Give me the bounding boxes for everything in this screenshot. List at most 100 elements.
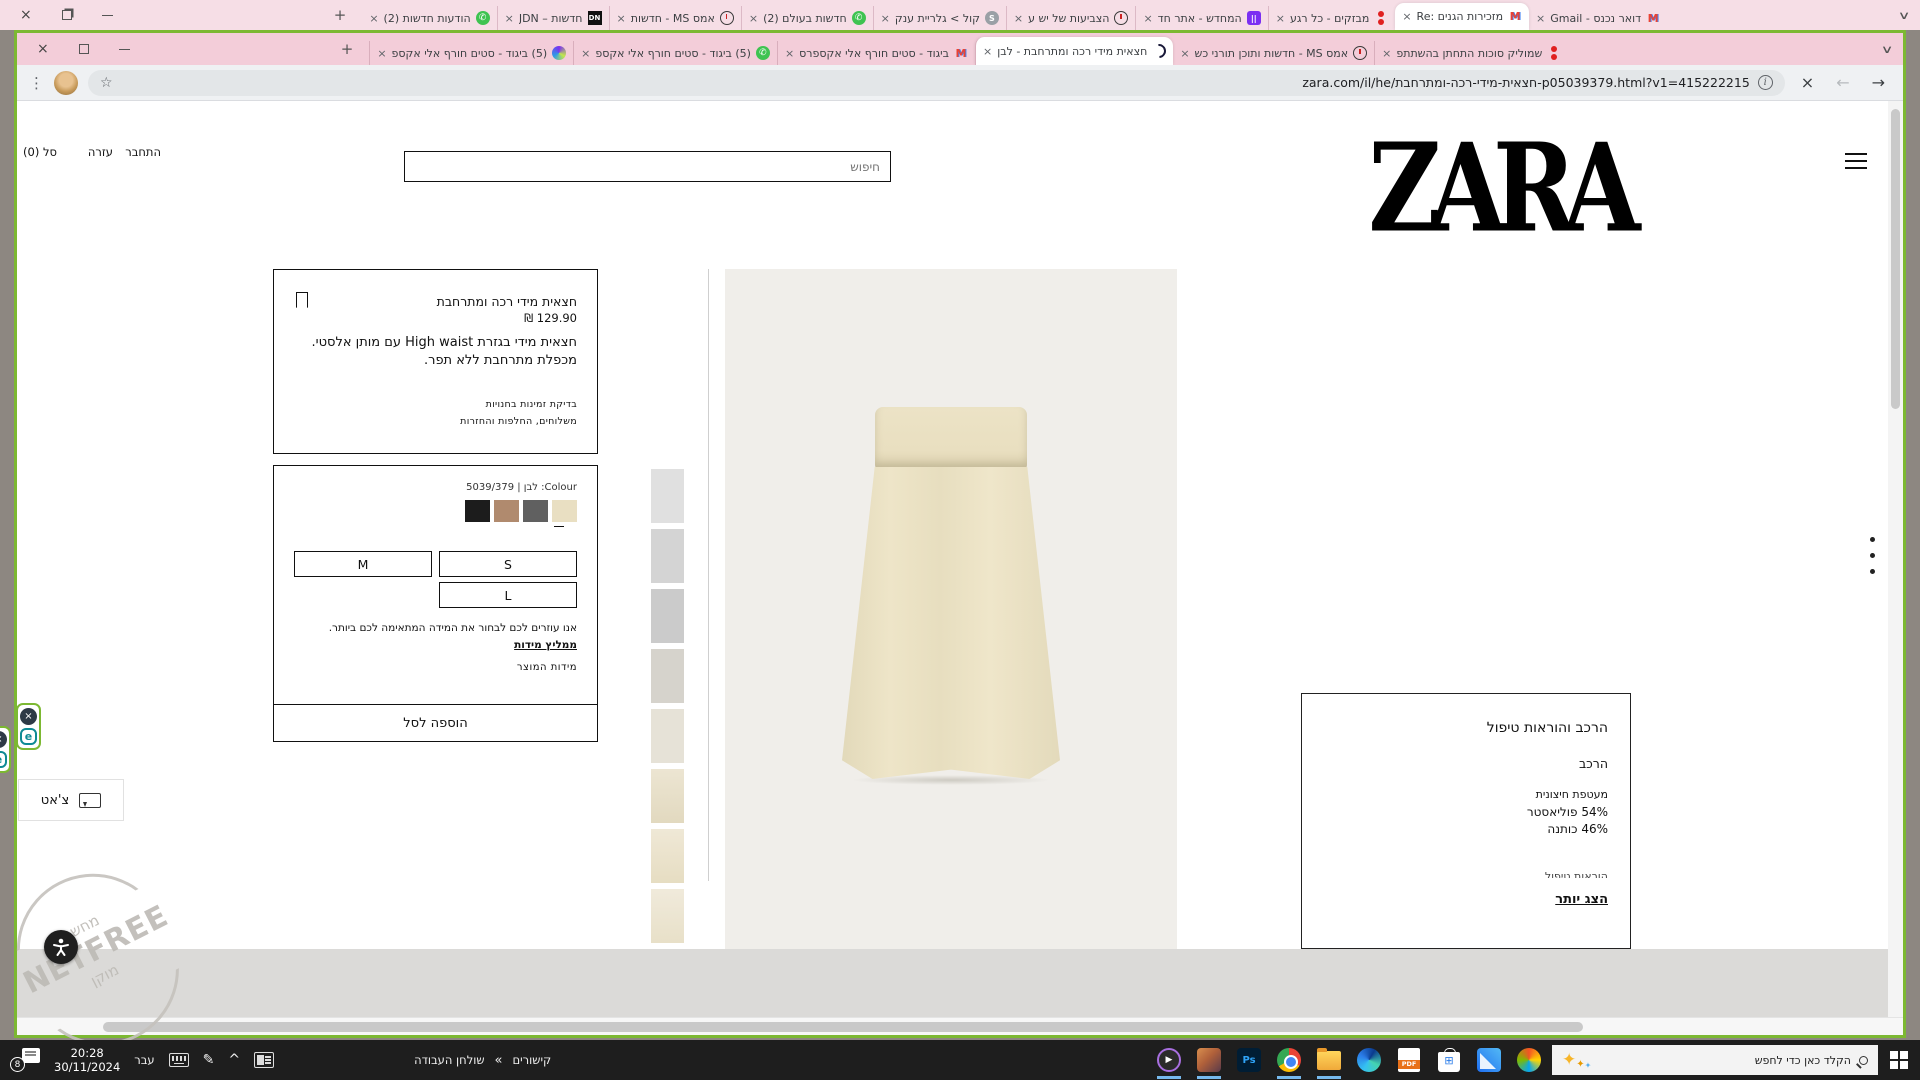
thumbnail[interactable] [651,889,684,943]
size-recommender-link[interactable]: ממליץ מידות [514,639,577,651]
maximize-icon[interactable] [79,44,89,54]
search-highlights-icon[interactable]: ✦✦✦ [1562,1050,1591,1070]
start-button[interactable] [1878,1040,1920,1080]
browser-tab[interactable]: ×אמס MS - חדשות ותוכן תורני כש [1173,41,1374,65]
horizontal-scrollbar[interactable] [17,1017,1903,1035]
copilot-app[interactable] [1516,1047,1542,1073]
eset-overlay-badge-clipped[interactable]: × e [0,726,11,773]
new-tab-button[interactable]: + [335,40,360,58]
tab-close-icon[interactable]: × [1180,47,1189,60]
profile-avatar[interactable] [54,71,78,95]
swatch-gray[interactable] [523,500,548,522]
vertical-scrollbar[interactable] [1888,101,1903,1017]
tab-close-icon[interactable]: × [1402,10,1411,23]
browser-tab[interactable]: ×(5) ביגוד - סטים חורף אלי אקספ [369,41,573,65]
menu-kebab-icon[interactable]: ⋮ [29,74,44,92]
browser-tab-active[interactable]: ×Re: מזכירות הגנים [1395,3,1529,30]
accessibility-widget[interactable] [44,930,78,964]
product-measures-link[interactable]: מידות המוצר [517,662,577,673]
tab-close-icon[interactable]: × [1014,12,1023,25]
size-button-l[interactable]: L [439,582,577,608]
swatch-white-selected[interactable] [552,500,577,522]
url-text[interactable]: zara.com/il/he/חצאית-מידי-רכה-ומתרחבת-p0… [121,75,1750,90]
shipping-returns-link[interactable]: משלוחים, החלפות והחזרות [460,416,577,427]
news-widget-icon[interactable] [254,1052,274,1068]
tab-close-icon[interactable]: × [581,47,590,60]
bookmark-star-icon[interactable]: ☆ [100,75,113,91]
microsoft-store-app[interactable] [1436,1047,1462,1073]
thumbnail[interactable] [651,829,684,883]
thumbnail[interactable] [651,649,684,703]
thumbnail[interactable] [651,589,684,643]
pen-icon[interactable]: ✎ [203,1052,215,1068]
browser-tab[interactable]: ×המחדש - אתר חד [1135,6,1267,30]
vertical-scroll-thumb[interactable] [1891,109,1900,409]
tab-close-icon[interactable]: × [617,12,626,25]
forward-icon[interactable]: → [1866,73,1891,92]
browser-tab[interactable]: ×JDN – חדשות [497,6,609,30]
thumbnail[interactable] [651,469,684,523]
site-info-icon[interactable]: i [1758,75,1773,90]
hamburger-menu-icon[interactable] [1845,153,1867,174]
nav-help-link[interactable]: עזרה [88,145,113,159]
tab-overflow-button[interactable]: ∨ [1878,9,1920,22]
thumbnail[interactable] [651,709,684,763]
nav-login-link[interactable]: התחבר [125,145,161,159]
browser-tab-active[interactable]: ×חצאית מידי רכה ומתרחבת - לבן [975,37,1173,65]
zara-logo[interactable]: ZARA [1353,116,1643,260]
browser-tab[interactable]: ×דואר נכנס - Gmail [1529,6,1667,30]
horizontal-scroll-thumb[interactable] [103,1022,1583,1032]
touch-keyboard-icon[interactable] [169,1053,189,1067]
tab-close-icon[interactable]: × [1143,12,1152,25]
browser-tab[interactable]: ×הצביעות של יש ע [1006,6,1136,30]
address-bar[interactable]: ☆ zara.com/il/he/חצאית-מידי-רכה-ומתרחבת-… [88,70,1785,96]
hidden-icons-chevron[interactable]: ^ [228,1052,240,1068]
eset-overlay-badge[interactable]: × e [16,703,41,750]
tab-close-icon[interactable]: × [881,12,890,25]
tab-close-icon[interactable]: × [1536,12,1545,25]
photoshop-app[interactable]: Ps [1236,1047,1262,1073]
browser-tab[interactable]: ×חדשות בעולם (2) [741,6,873,30]
language-indicator[interactable]: עבר [134,1053,154,1067]
tab-close-icon[interactable]: × [749,12,758,25]
zara-search-input[interactable] [405,152,890,181]
toolbar-expand-chevron[interactable]: « [495,1053,503,1068]
chrome-profile-photo-app[interactable] [1196,1047,1222,1073]
browser-tab[interactable]: ×שמוליק סוכות התחתן בהשתתפ [1374,41,1568,65]
close-circle-icon[interactable]: × [20,708,37,725]
edge-app[interactable] [1356,1047,1382,1073]
add-to-cart-button[interactable]: הוספה לסל [274,704,597,741]
tab-overflow-button[interactable]: ∨ [1861,43,1912,56]
show-more-link[interactable]: הצג יותר [1555,892,1608,907]
browser-tab[interactable]: ×(5) ביגוד - סטים חורף אלי אקספ [573,41,777,65]
taskbar-search-box[interactable]: הקלד כאן כדי לחפש ✦✦✦ [1552,1045,1878,1075]
photos-app[interactable] [1476,1047,1502,1073]
desktop-toolbar-label[interactable]: שולחן העבודה [414,1053,484,1067]
minimize-icon[interactable] [119,49,130,50]
restore-icon[interactable] [62,10,72,20]
chrome-app[interactable] [1276,1047,1302,1073]
taskbar-clock[interactable]: 20:28 30/11/2024 [54,1046,120,1074]
eset-e-icon[interactable]: e [20,728,37,745]
size-button-m[interactable]: M [294,551,432,577]
browser-tab[interactable]: ×מבזקים - כל רגע [1268,6,1396,30]
tab-close-icon[interactable]: × [505,12,514,25]
browser-tab[interactable]: ×אמס MS - חדשות [609,6,741,30]
tab-close-icon[interactable]: × [377,47,386,60]
notification-badge[interactable]: 8 [10,1048,40,1072]
media-player-app[interactable]: ▶ [1156,1047,1182,1073]
tab-close-icon[interactable]: × [1382,47,1391,60]
back-icon[interactable]: ← [1830,73,1855,92]
bookmark-save-icon[interactable] [296,292,308,308]
chat-button[interactable]: צ'אט [18,779,124,821]
zara-search-box[interactable] [404,151,891,182]
size-button-s[interactable]: S [439,551,577,577]
links-toolbar-label[interactable]: קישורים [512,1053,551,1067]
tab-close-icon[interactable]: × [785,47,794,60]
tab-close-icon[interactable]: × [983,45,992,58]
product-image[interactable] [725,269,1177,949]
close-icon[interactable]: × [37,41,49,57]
eset-e-icon[interactable]: e [0,751,7,768]
stop-icon[interactable]: × [1795,73,1820,92]
browser-tab[interactable]: ×ביגוד - סטים חורף אלי אקספרס [777,41,975,65]
